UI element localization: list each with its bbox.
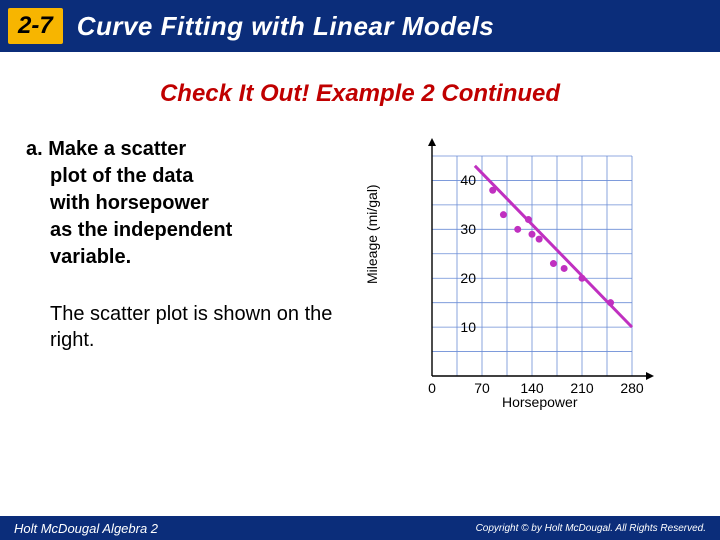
prompt-line5: variable. — [50, 244, 346, 271]
y-tick-label: 10 — [446, 319, 476, 335]
subheader: Check It Out! Example 2 Continued — [0, 80, 720, 108]
prompt-text: a. Make a scatter plot of the data with … — [26, 136, 346, 271]
left-column: a. Make a scatter plot of the data with … — [26, 136, 356, 353]
data-point — [536, 236, 543, 243]
prompt-line3: with horsepower — [50, 190, 346, 217]
x-tick-label: 70 — [467, 380, 497, 396]
scatter-plot — [402, 136, 662, 396]
data-point — [529, 231, 536, 238]
data-point — [607, 299, 614, 306]
y-tick-label: 20 — [446, 270, 476, 286]
prompt-label: a. — [26, 138, 43, 160]
page-title: Curve Fitting with Linear Models — [77, 11, 495, 42]
data-point — [561, 265, 568, 272]
data-point — [579, 275, 586, 282]
y-tick-label: 40 — [446, 172, 476, 188]
x-tick-label: 280 — [617, 380, 647, 396]
prompt-line4: as the independent — [50, 217, 346, 244]
y-tick-label: 30 — [446, 221, 476, 237]
answer-text: The scatter plot is shown on the right. — [50, 301, 346, 353]
data-point — [550, 260, 557, 267]
x-axis-label: Horsepower — [502, 394, 577, 410]
section-number-badge: 2-7 — [8, 8, 63, 44]
y-axis-label: Mileage (mi/gal) — [364, 184, 380, 284]
x-tick-label: 140 — [517, 380, 547, 396]
data-point — [500, 211, 507, 218]
chart-area: Mileage (mi/gal) Horsepower 102030400701… — [356, 136, 694, 353]
prompt-line1: Make a scatter — [48, 138, 186, 160]
data-point — [489, 187, 496, 194]
data-point — [514, 226, 521, 233]
footer-bar: Holt McDougal Algebra 2 Copyright © by H… — [0, 516, 720, 540]
content-area: a. Make a scatter plot of the data with … — [0, 108, 720, 353]
x-tick-label: 210 — [567, 380, 597, 396]
header-bar: 2-7 Curve Fitting with Linear Models — [0, 0, 720, 52]
footer-left-text: Holt McDougal Algebra 2 — [14, 521, 158, 536]
footer-right-text: Copyright © by Holt McDougal. All Rights… — [476, 523, 706, 534]
data-point — [525, 216, 532, 223]
x-tick-label: 0 — [417, 380, 447, 396]
prompt-line2: plot of the data — [50, 163, 346, 190]
